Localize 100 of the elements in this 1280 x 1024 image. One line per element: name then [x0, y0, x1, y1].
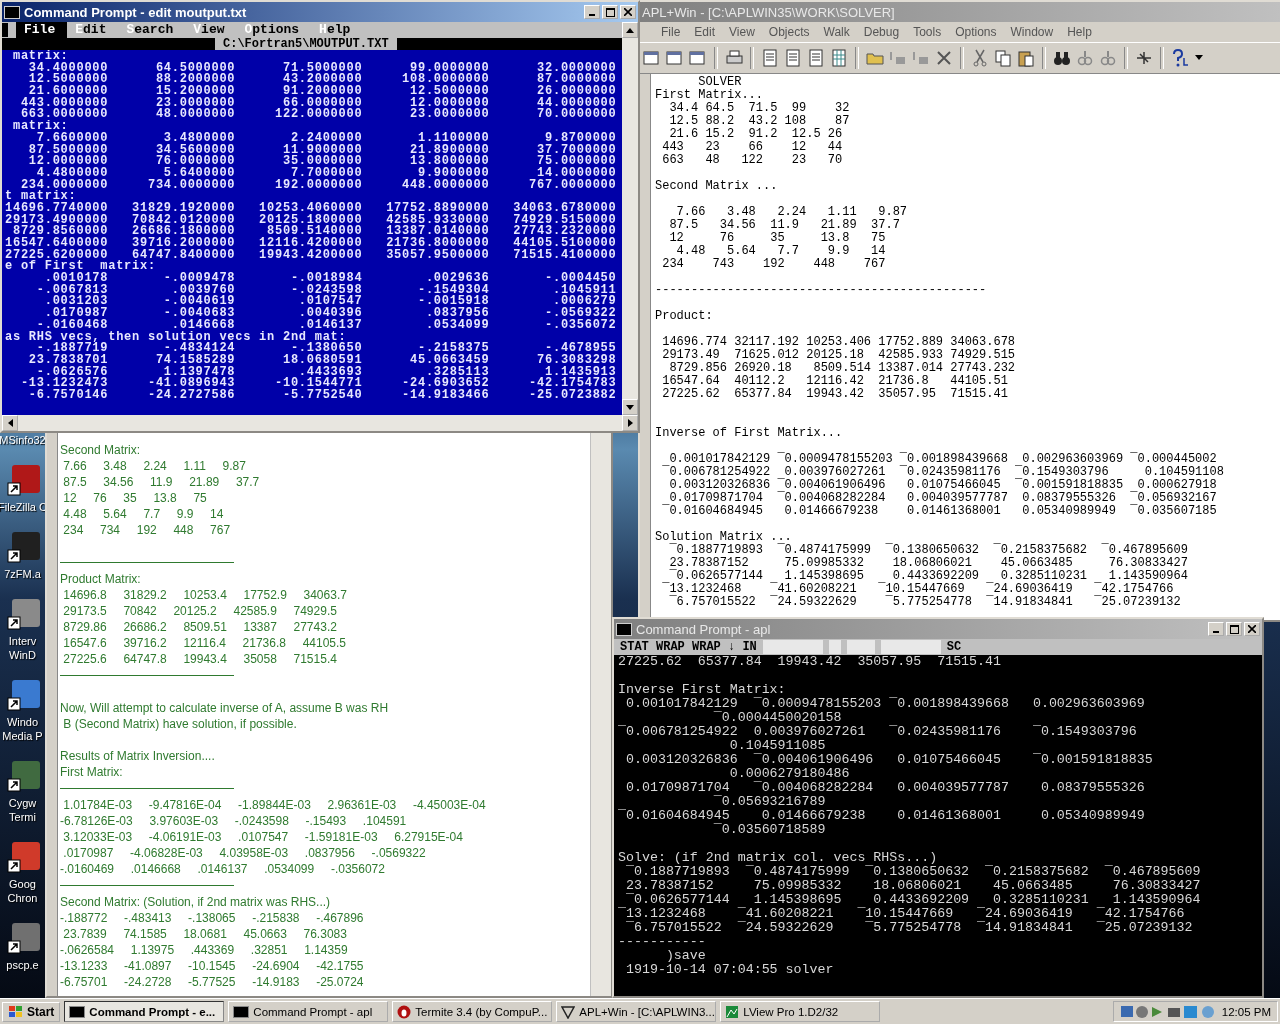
shortcut-icon[interactable]	[5, 530, 40, 564]
status-block	[846, 640, 875, 654]
desktop-icon-label[interactable]: Cygw	[8, 796, 37, 810]
window-title: Command Prompt - edit moutput.txt	[24, 4, 247, 20]
menu-item[interactable]: View	[185, 22, 237, 38]
grid-icon[interactable]	[829, 48, 849, 68]
dropdown-arrow-icon[interactable]	[1195, 55, 1203, 61]
scrollbar[interactable]	[590, 430, 611, 996]
taskbar-button[interactable]: LView Pro 1.D2/32	[720, 1001, 881, 1022]
close-icon	[624, 8, 632, 16]
tray-icons-drawing[interactable]	[1119, 1003, 1216, 1020]
menu-item[interactable]: Options	[948, 25, 1004, 39]
shortcut-icon[interactable]	[5, 759, 40, 793]
console-line: ¯0.03560718589	[712, 823, 827, 837]
file-line: 14696.7740000 31829.1920000 10253.4060000 17752.8890000 34063.6780000	[5, 202, 618, 215]
status-text: STAT WRAP WRAP ↓ IN	[620, 640, 757, 654]
session-line: First Matrix...	[655, 89, 765, 102]
output-line: -6.75701 -24.2728 -5.77525 -14.9183 -25.0724	[60, 974, 365, 990]
maximize-icon	[605, 7, 615, 17]
taskbar-button[interactable]: APL+Win - [C:\APLWIN3...	[556, 1001, 717, 1022]
file-line: t matrix:	[5, 191, 77, 203]
window-icon[interactable]	[665, 48, 685, 68]
session-line: 4.48 5.64 7.7 9.9 14	[675, 245, 887, 258]
menu-item[interactable]: Objects	[761, 25, 817, 39]
output-line: -.0160469 .0146668 .0146137 .0534099 -.0356072	[60, 861, 386, 877]
doc-icon[interactable]	[783, 48, 803, 68]
desktop-icon-label[interactable]: pscp.e	[6, 958, 39, 972]
output-line: Product Matrix:	[60, 571, 142, 587]
desktop-icon-label[interactable]: Interv	[8, 634, 37, 648]
window-title: APL+Win - [C:\APLWIN35\WORK\SOLVER]	[642, 4, 895, 20]
scrollbar[interactable]	[2, 415, 638, 431]
status-block	[828, 640, 841, 654]
start-button[interactable]: Start	[2, 1001, 61, 1022]
desktop-icon-label[interactable]: WinD	[9, 648, 36, 662]
copy-icon[interactable]	[993, 48, 1013, 68]
session-line: Inverse of First Matrix...	[655, 427, 844, 440]
file-line: -.1887719 -.4834124 -.1380650 -.2158375 -.4678955	[36, 343, 618, 355]
close-icon	[1248, 625, 1256, 633]
doc-icon[interactable]	[806, 48, 826, 68]
output-line: 14696.8 31829.2 10253.4 17752.9 34063.7	[62, 587, 348, 603]
console-line: ¯0.0626577144 1.145398695 0.4433692209 0.3285110231 1.143590964	[624, 893, 1202, 907]
paste-icon[interactable]	[1016, 48, 1036, 68]
status-block	[880, 640, 941, 654]
desktop-icon-label[interactable]: Chron	[7, 891, 38, 905]
taskbar-button[interactable]: Command Prompt - e...	[64, 1001, 225, 1022]
doc-icon[interactable]	[760, 48, 780, 68]
desktop-icon-label[interactable]: Windo	[6, 715, 39, 729]
console-line: 27225.62 65377.84 19943.42 35057.95 71515.41	[617, 655, 1002, 669]
minimize-button[interactable]	[584, 5, 600, 19]
menu-item[interactable]: Search	[118, 22, 186, 38]
menu-item[interactable]: Help	[311, 22, 363, 38]
help-icon[interactable]	[1170, 48, 1190, 68]
menu-item[interactable]: Help	[1060, 25, 1099, 39]
session-line: 87.5 34.56 11.9 21.89 37.7	[668, 219, 901, 232]
desktop-icon-label[interactable]: Media P	[2, 729, 43, 743]
window-icon[interactable]	[642, 48, 662, 68]
menu-item[interactable]: Options	[236, 22, 312, 38]
file-line: 16547.6400000 39716.2000000 12116.4200000 21736.8000000 44105.5100000	[5, 238, 618, 250]
shortcut-icon[interactable]	[5, 840, 40, 874]
file-line: -13.1232473 -41.0896943 -10.1544771 -24.6903652 -42.1754783	[19, 378, 618, 390]
menu-item[interactable]: File	[16, 22, 68, 38]
status-block	[762, 640, 823, 654]
scissors-icon[interactable]	[970, 48, 990, 68]
menu-item[interactable]: Edit	[67, 22, 119, 38]
console-line: ¯0.006781254922 0.003976027261 ¯0.02435981176 ¯0.1549303796	[617, 725, 1138, 739]
desktop-icon-label[interactable]: MSinfo32	[0, 433, 46, 447]
shortcut-icon[interactable]	[5, 463, 40, 497]
triangle-icon	[561, 1004, 576, 1019]
desktop-icon-label[interactable]: 7zFM.a	[4, 567, 41, 581]
menu-item[interactable]: Tools	[906, 25, 949, 39]
down-arrow-icon[interactable]	[626, 404, 634, 410]
console-line: ¯0.05693216789	[712, 795, 827, 809]
console-line: -----------	[617, 935, 707, 949]
session-line: Product:	[655, 310, 714, 323]
menu-item[interactable]: Edit	[687, 25, 723, 39]
left-arrow-icon[interactable]	[7, 419, 13, 427]
scrollbar[interactable]	[622, 22, 638, 415]
window-title: Command Prompt - apl	[636, 621, 771, 637]
menu-item[interactable]: Window	[1003, 25, 1061, 39]
taskbar-button[interactable]: Command Prompt - apl	[228, 1001, 389, 1022]
minimize-icon	[1213, 631, 1219, 633]
close-button[interactable]	[620, 5, 636, 19]
output-line: -6.78126E-03 3.97603E-03 -.0243598 -.15493 .104591	[60, 813, 408, 829]
up-arrow-icon[interactable]	[626, 27, 634, 33]
menu-item[interactable]: Debug	[856, 25, 907, 39]
shortcut-icon[interactable]	[5, 921, 40, 955]
menu-item[interactable]: Walk	[816, 25, 857, 39]
shortcut-icon[interactable]	[5, 678, 40, 712]
taskbar-button[interactable]: Termite 3.4 (by CompuP...	[392, 1001, 553, 1022]
desktop-icon-label[interactable]: Termi	[9, 810, 36, 824]
right-arrow-icon[interactable]	[627, 419, 633, 427]
file-line: -.0160468 .0146668 .0146137 .0534099 -.0356072	[36, 319, 618, 332]
maximize-button[interactable]	[602, 5, 618, 19]
console-line: 0.003120326836 ¯0.004061906496 0.01075466045 ¯0.001591818835	[624, 753, 1154, 767]
menu-item[interactable]: View	[722, 25, 762, 39]
session-line: ¯0.006781254922 0.003976027261 ¯0.02435981176 ¯0.1549303796 0.104591108	[661, 466, 1225, 479]
desktop-icon-label[interactable]: Goog	[9, 877, 36, 891]
window-icon[interactable]	[688, 48, 708, 68]
shortcut-icon[interactable]	[5, 597, 40, 631]
menu-item[interactable]: File	[654, 25, 688, 39]
